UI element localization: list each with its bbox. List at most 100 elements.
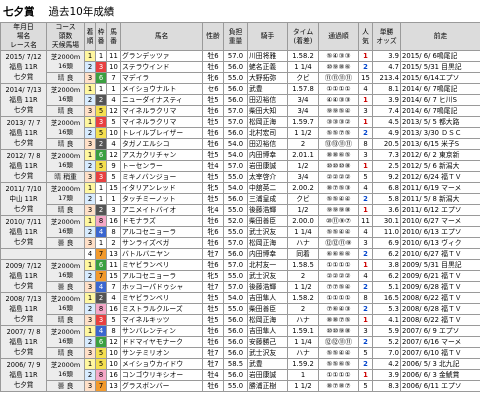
popularity: 1 [358, 369, 373, 381]
field-size: 16頭 [58, 369, 73, 378]
finish-position: 3 [84, 347, 96, 359]
race-race: 七夕賞 [13, 106, 34, 114]
sex-age: 牡7 [202, 347, 224, 359]
finish-position: 2 [84, 336, 96, 348]
horse-number: 8 [106, 226, 121, 238]
course-distance: 芝2000m [50, 261, 81, 270]
gate-number: 7 [95, 380, 107, 392]
field-size: 16頭 [58, 160, 73, 169]
time-margin: クビ [287, 193, 319, 205]
time-margin: 1 1/2 [287, 127, 319, 139]
popularity: 11 [358, 215, 373, 227]
horse-number: 15 [106, 182, 121, 194]
popularity: 15 [358, 72, 373, 84]
weather: 晴 [57, 316, 65, 324]
horse-number: 10 [106, 347, 121, 359]
table-row: 2015/ 7/12 福島 11R 七夕賞 芝2000m 16頭 1 1 11 グランデッツァ牡… [0, 50, 480, 84]
gate-number: 2 [95, 204, 107, 216]
popularity: 1 [358, 259, 373, 271]
gate-number: 5 [95, 358, 107, 370]
horse-name: トレイルブレイザー [120, 127, 203, 139]
weight: 55.0 [223, 303, 248, 315]
finish-position: 3 [84, 380, 96, 392]
table-row: 晴 良 3 5 12 マイネルラクリマ 牡6 57.0 柴田大知 3/4 ⑨⑨⑤④ 3 7.4 2014… [1, 105, 480, 117]
table-row: 2014/ 7/13 福島 11R 七夕賞 芝2000m 16頭 1 1 1 メイショウナルトセ… [0, 83, 480, 117]
gate-number: 6 [95, 72, 107, 84]
gate-number: 2 [95, 292, 107, 304]
field-size: 16頭 [58, 226, 73, 235]
race-info-cell: 2013/ 7/ 7 福島 11R 七夕賞 [0, 116, 47, 150]
horse-number: 16 [106, 215, 121, 227]
jockey: 吉田隼人 [247, 325, 288, 337]
popularity: 4 [358, 83, 373, 95]
jockey: 蛯名正義 [247, 61, 288, 73]
race-race: 七夕賞 [13, 73, 34, 81]
course-cell: 芝2000m 16頭 [46, 325, 85, 348]
horse-number: 4 [106, 94, 121, 106]
weight: 54.0 [223, 149, 248, 161]
weight: 56.0 [223, 61, 248, 73]
gate-number: 6 [95, 149, 107, 161]
popularity: 4 [358, 182, 373, 194]
course-cell: 芝2000m 16頭 [46, 149, 85, 172]
passing-order: ①①①① [318, 83, 359, 95]
condition-cell: 曇 良 [46, 380, 85, 392]
finish-position: 1 [84, 325, 96, 337]
weight: 56.0 [223, 314, 248, 326]
finish-position: 3 [84, 171, 96, 183]
win-odds: 11.0 [372, 226, 401, 238]
jockey: 大野拓弥 [247, 72, 288, 84]
condition-cell: 晴 良 [46, 204, 85, 216]
time-margin: 2 [287, 138, 319, 150]
horse-name: マデイラ [120, 72, 203, 84]
table-row: 晴 良 3 6 7 マデイラ 牝6 55.0 大野拓弥 クビ ⑪⑪⑪⑪ 15 213.4 2015/ 6… [1, 72, 480, 84]
gate-number: 3 [95, 61, 107, 73]
time-margin: 2 [287, 270, 319, 282]
previous-race: 2015/ 6/14エプソ [400, 72, 480, 84]
popularity: 1 [358, 314, 373, 326]
win-odds: 3.8 [372, 259, 401, 271]
previous-race: 2007/ 6/16 マーメ [400, 336, 480, 348]
gate-number: 5 [95, 105, 107, 117]
sex-age: 牡6 [202, 380, 224, 392]
horse-number: 4 [106, 138, 121, 150]
win-odds: 8.1 [372, 83, 401, 95]
horse-number: 12 [106, 149, 121, 161]
gate-number: 8 [95, 215, 107, 227]
win-odds: 4.7 [372, 61, 401, 73]
going: 良 [66, 239, 74, 247]
table-row: 2012/ 7/ 8 福島 11R 七夕賞 芝2000m 16頭 1 6 12 アスカクリチャン… [0, 149, 480, 183]
sex-age: 牡7 [202, 248, 224, 260]
sex-age: 牡5 [202, 94, 224, 106]
horse-name: サンライズベガ [120, 237, 203, 249]
previous-race: 2010/ 6/13 ヴィク [400, 237, 480, 249]
weight: 57.0 [223, 281, 248, 293]
jockey: 柴田大知 [247, 105, 288, 117]
popularity: 3 [358, 105, 373, 117]
gate-number: 3 [95, 116, 107, 128]
popularity: 3 [358, 325, 373, 337]
horse-name: マイネルラクリマ [120, 116, 203, 128]
weight: 57.0 [223, 160, 248, 172]
previous-race: 2011/ 6/19 マーメ [400, 182, 480, 194]
condition-cell: 曇 良 [46, 237, 85, 249]
popularity: 2 [358, 127, 373, 139]
sex-age: 牡6 [202, 138, 224, 150]
gate-number: 1 [95, 237, 107, 249]
horse-name: アルコセニョーラ [120, 226, 203, 238]
course-distance: 芝2000m [50, 217, 81, 226]
time-margin: 3/4 [287, 105, 319, 117]
table-row: 2010/ 7/11 福島 11R 七夕賞 芝2000m 16頭 1 8 16 ドモナラズ 牡6 5… [0, 215, 480, 249]
horse-number: 5 [106, 314, 121, 326]
time-margin: 1.58.2 [287, 292, 319, 304]
weight: 56.0 [223, 248, 248, 260]
gate-number: 1 [95, 182, 107, 194]
jockey: 武豊 [247, 83, 288, 95]
horse-name: グランデッツァ [120, 50, 203, 62]
win-odds: 3.9 [372, 369, 401, 381]
jockey: 勝浦正樹 [247, 380, 288, 392]
weight: 54.0 [223, 292, 248, 304]
sex-age: 牡5 [202, 193, 224, 205]
passing-order: ⑨⑨⑤④ [318, 105, 359, 117]
course-distance: 芝2000m [50, 327, 81, 336]
